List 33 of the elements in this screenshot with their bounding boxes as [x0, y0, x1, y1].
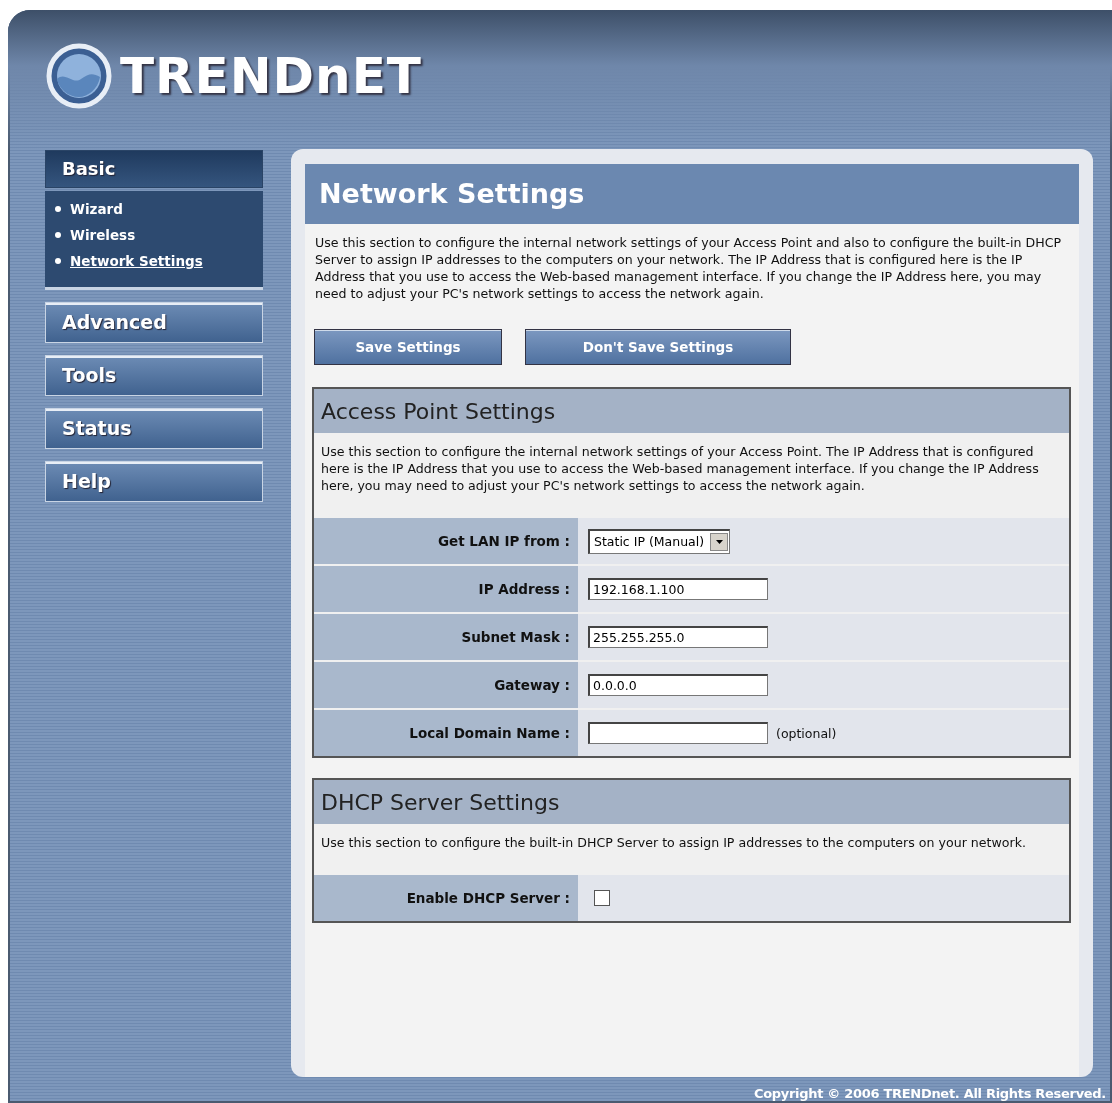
- nav-link[interactable]: Wireless: [55, 227, 136, 243]
- input-field[interactable]: [588, 722, 768, 744]
- nav-link[interactable]: Network Settings: [55, 253, 203, 269]
- section-description: Use this section to configure the internal network settings of your Access Point. The IP Address that is configured here is the IP Address that you use to access the Web-based management interface. If you change the IP Address here, you may need to adjust your PC's network settings to access the network again.: [320, 443, 1040, 495]
- field-label: Gateway :: [314, 662, 578, 708]
- field-label: Subnet Mask :: [314, 614, 578, 660]
- action-button[interactable]: Don't Save Settings: [525, 329, 791, 365]
- checkbox[interactable]: [594, 890, 610, 906]
- hint-text: (optional): [776, 725, 837, 741]
- copyright-text: Copyright © 2006 TRENDnet. All Rights Reserved.: [753, 1086, 1106, 1101]
- nav-button[interactable]: Help: [45, 461, 263, 502]
- nav-link[interactable]: Wizard: [55, 201, 123, 217]
- nav-button[interactable]: Basic: [45, 150, 263, 188]
- field-label: Local Domain Name :: [314, 710, 578, 756]
- globe-logo-icon: [46, 43, 112, 109]
- section-title: Access Point Settings: [314, 389, 1069, 433]
- input-field[interactable]: 0.0.0.0: [588, 674, 768, 696]
- brand-logo: TRENDnET: [120, 47, 422, 105]
- page-title: Network Settings: [305, 164, 1079, 224]
- input-field[interactable]: 255.255.255.0: [588, 626, 768, 648]
- nav-button[interactable]: Tools: [45, 355, 263, 396]
- field-label: Enable DHCP Server :: [314, 875, 578, 921]
- field-label: IP Address :: [314, 566, 578, 612]
- dropdown-arrow-icon: [715, 539, 723, 544]
- dropdown[interactable]: Static IP (Manual): [588, 528, 731, 554]
- page-description: Use this section to configure the internal network settings of your Access Point and also to configure the built-in DHCP Server to assign IP addresses to the computers on your network. The IP Address that is configured here is the IP Address that you use to access the Web-based management interface. If you change the IP Address here, you may need to adjust your PC's network settings to access the network again.: [314, 234, 1063, 302]
- section-description: Use this section to configure the built-in DHCP Server to assign IP addresses to the computers on your network.: [320, 834, 1027, 852]
- nav-button[interactable]: Status: [45, 408, 263, 449]
- field-label: Get LAN IP from :: [314, 518, 578, 564]
- section-title: DHCP Server Settings: [314, 780, 1069, 824]
- input-field[interactable]: 192.168.1.100: [588, 578, 768, 600]
- nav-button[interactable]: Advanced: [45, 302, 263, 343]
- action-button[interactable]: Save Settings: [314, 329, 502, 365]
